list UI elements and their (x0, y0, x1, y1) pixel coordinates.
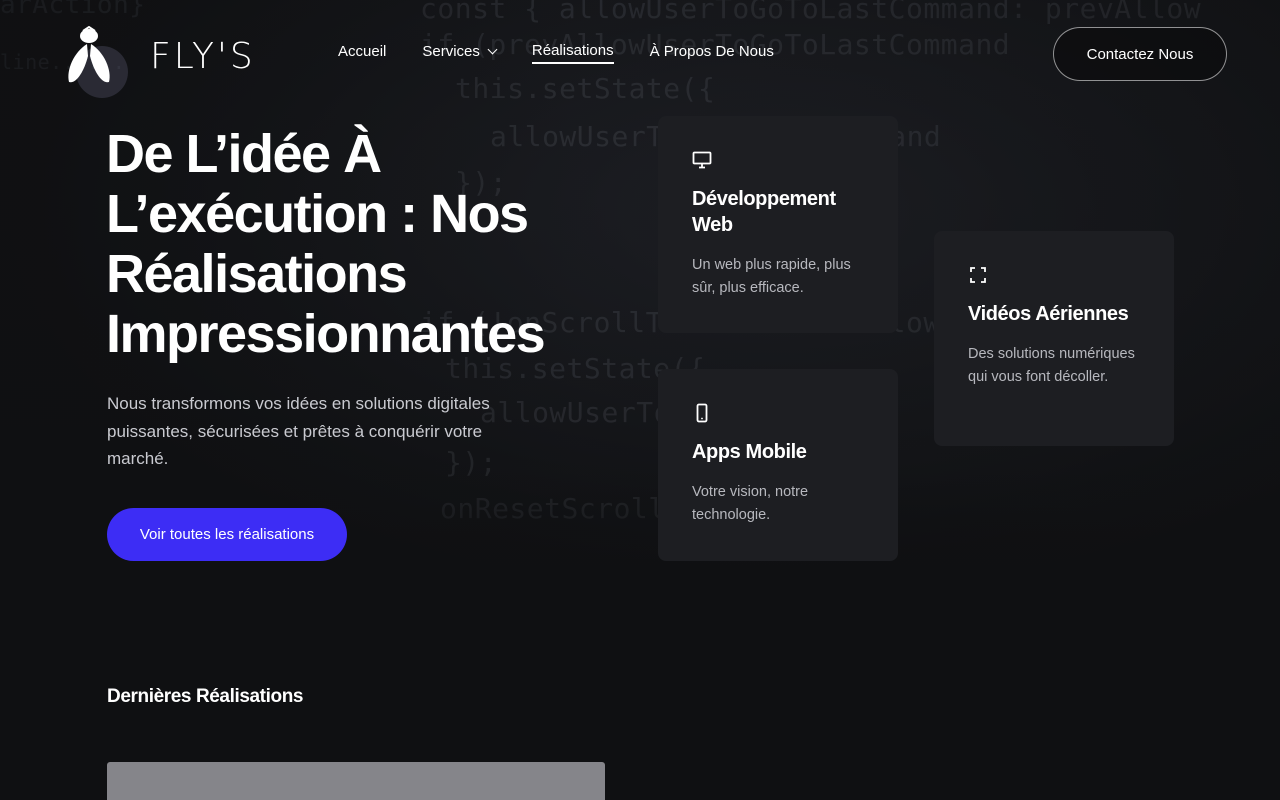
service-card-title: Vidéos Aériennes (968, 303, 1129, 325)
nav-item-label: Services (422, 43, 480, 60)
service-card-title: Apps Mobile (692, 441, 807, 463)
service-card-desc: Des solutions numériques qui vous font d… (968, 346, 1135, 385)
nav-item-services[interactable]: Services (422, 43, 498, 63)
nav-item-accueil[interactable]: Accueil (338, 43, 386, 63)
contact-button[interactable]: Contactez Nous (1053, 27, 1227, 81)
service-card-web[interactable]: Développement Web Un web plus rapide, pl… (658, 116, 898, 333)
service-card-title: Développement Web (692, 188, 836, 236)
maximize-icon (970, 267, 986, 283)
service-card-video[interactable]: Vidéos Aériennes Des solutions numérique… (934, 231, 1174, 446)
brand-logo[interactable]: FLY'S (66, 26, 256, 98)
nav-item-label: À Propos De Nous (649, 43, 774, 60)
service-card-desc: Un web plus rapide, plus sûr, plus effic… (692, 257, 851, 296)
monitor-icon (692, 151, 712, 169)
brand-name: FLY'S (150, 36, 256, 77)
service-card-desc: Votre vision, notre technologie. (692, 484, 809, 523)
project-thumbnail[interactable] (107, 762, 605, 800)
fly-logo-icon (66, 26, 128, 98)
main-nav: Accueil Services Réalisations À Propos D… (338, 42, 810, 64)
view-all-projects-button[interactable]: Voir toutes les réalisations (107, 508, 347, 561)
nav-item-label: Réalisations (531, 42, 614, 59)
service-card-mobile[interactable]: Apps Mobile Votre vision, notre technolo… (658, 369, 898, 561)
latest-projects-heading: Dernières Réalisations (107, 686, 304, 707)
smartphone-icon (696, 403, 708, 423)
hero-title: De L’idée À L’exécution : Nos Réalisatio… (106, 124, 546, 364)
nav-item-realisations[interactable]: Réalisations (531, 42, 614, 64)
site-header: FLY'S Accueil Services Réalisations À Pr… (0, 0, 1280, 108)
chevron-down-icon (487, 44, 498, 55)
nav-item-label: Accueil (338, 43, 387, 60)
nav-item-a-propos[interactable]: À Propos De Nous (650, 43, 774, 63)
hero-subtitle: Nous transformons vos idées en solutions… (107, 394, 490, 468)
